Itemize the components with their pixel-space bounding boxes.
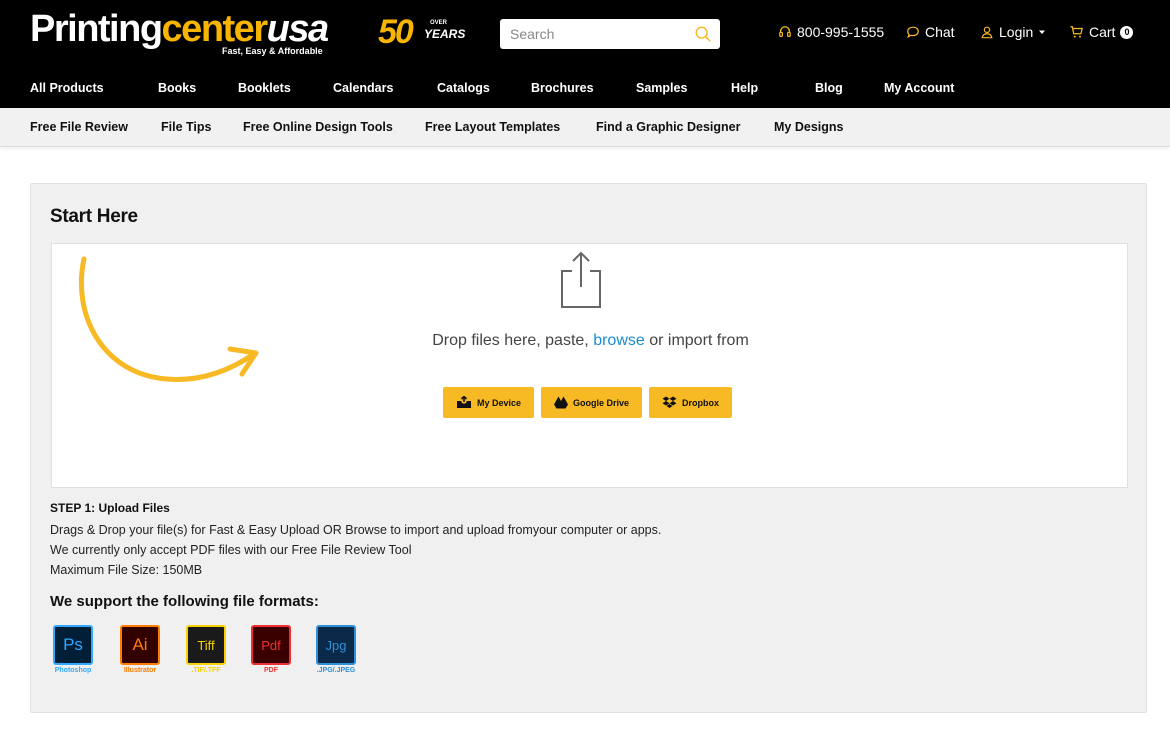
file-format-label: Illustrator (123, 667, 157, 674)
dropbox-label: Dropbox (682, 397, 720, 408)
step-title: STEP 1: Upload Files (50, 501, 170, 515)
drop-text-suffix: or import from (644, 332, 749, 349)
caret-down-icon (1039, 30, 1046, 34)
curved-arrow-icon (78, 256, 259, 382)
my-device-button[interactable]: My Device (443, 387, 535, 418)
format-item: Pdf PDF (246, 625, 296, 674)
file-format-icon: Pdf (251, 625, 291, 665)
google-drive-label: Google Drive (573, 397, 630, 408)
nav-help[interactable]: Help (731, 81, 758, 95)
panel-title: Start Here (50, 206, 138, 227)
search-box (500, 19, 720, 49)
subnav-find-graphic-designer[interactable]: Find a Graphic Designer (596, 120, 740, 134)
cart-count-badge: 0 (1120, 25, 1134, 39)
dropbox-button[interactable]: Dropbox (649, 387, 733, 418)
file-format-icon: Ai (120, 625, 160, 665)
file-format-label: Photoshop (54, 667, 92, 674)
nav-blog[interactable]: Blog (815, 81, 843, 95)
logo[interactable]: Printingcenterusa Fast, Easy & Affordabl… (30, 8, 329, 58)
browse-link[interactable]: browse (593, 332, 645, 349)
nav-books[interactable]: Books (158, 81, 196, 95)
upload-panel: Start Here Drop files here, paste, brows… (30, 183, 1147, 713)
nav-catalogs[interactable]: Catalogs (437, 81, 490, 95)
step-line: Drags & Drop your file(s) for Fast & Eas… (50, 523, 662, 537)
sub-nav: Free File Review File Tips Free Online D… (0, 108, 1170, 147)
step-line: Maximum File Size: 150MB (50, 563, 203, 577)
device-upload-icon (457, 396, 471, 408)
file-format-label: .JPG/.JPEG (316, 667, 356, 674)
phone-number: 800-995-1555 (797, 24, 885, 40)
top-header: Printingcenterusa Fast, Easy & Affordabl… (0, 0, 1170, 69)
nav-samples[interactable]: Samples (636, 81, 687, 95)
drop-zone[interactable]: Drop files here, paste, browse or import… (51, 243, 1128, 488)
subnav-file-tips[interactable]: File Tips (161, 120, 211, 134)
file-format-label: PDF (264, 667, 278, 674)
file-format-label: .TIF/.TFF (191, 667, 221, 674)
format-item: Jpg .JPG/.JPEG (311, 625, 361, 674)
file-format-icon: Ps (53, 625, 93, 665)
nav-brochures[interactable]: Brochures (531, 81, 594, 95)
logo-tagline: Fast, Easy & Affordable (222, 46, 323, 56)
drop-instructions: Drop files here, paste, browse or import… (52, 332, 1129, 350)
logo-wordmark: Printingcenterusa (30, 8, 329, 50)
subnav-my-designs[interactable]: My Designs (774, 120, 843, 134)
search-icon[interactable] (694, 25, 712, 43)
phone-link[interactable]: 800-995-1555 (778, 24, 884, 40)
search-input[interactable] (500, 19, 690, 49)
format-item: Ai Illustrator (115, 625, 165, 674)
formats-title: We support the following file formats: (50, 593, 319, 610)
main-nav: All Products Books Booklets Calendars Ca… (0, 69, 1170, 108)
file-format-icon: Jpg (316, 625, 356, 665)
import-buttons: My Device Google Drive Dropbox (443, 387, 733, 418)
dropbox-icon (662, 396, 677, 408)
google-drive-button[interactable]: Google Drive (541, 387, 643, 418)
anniversary-years: YEARS (424, 27, 466, 41)
headset-icon (779, 26, 791, 37)
subnav-free-layout-templates[interactable]: Free Layout Templates (425, 120, 560, 134)
login-label: Login (999, 24, 1034, 40)
login-link[interactable]: Login (980, 24, 1046, 40)
user-icon (981, 26, 993, 39)
my-device-label: My Device (477, 397, 522, 408)
nav-all-products[interactable]: All Products (30, 81, 104, 95)
anniversary-badge: 50 OVER YEARS (378, 13, 465, 51)
format-item: Tiff .TIF/.TFF (181, 625, 231, 674)
chat-label: Chat (925, 24, 955, 40)
anniversary-over: OVER (430, 20, 448, 26)
anniversary-number: 50 (378, 13, 414, 51)
file-format-icon: Tiff (186, 625, 226, 665)
google-drive-icon (554, 396, 569, 409)
upload-share-icon (561, 251, 601, 308)
chat-link[interactable]: Chat (906, 24, 955, 40)
nav-booklets[interactable]: Booklets (238, 81, 291, 95)
step-line: We currently only accept PDF files with … (50, 543, 412, 557)
nav-my-account[interactable]: My Account (884, 81, 954, 95)
format-item: Ps Photoshop (48, 625, 98, 674)
nav-calendars[interactable]: Calendars (333, 81, 393, 95)
drop-text-prefix: Drop files here, paste, (432, 332, 594, 349)
cart-link[interactable]: Cart 0 (1069, 24, 1134, 40)
subnav-free-file-review[interactable]: Free File Review (30, 120, 128, 134)
cart-icon (1070, 26, 1083, 38)
chat-bubble-icon (907, 26, 919, 39)
subnav-free-online-design-tools[interactable]: Free Online Design Tools (243, 120, 393, 134)
cart-label: Cart (1089, 24, 1116, 40)
